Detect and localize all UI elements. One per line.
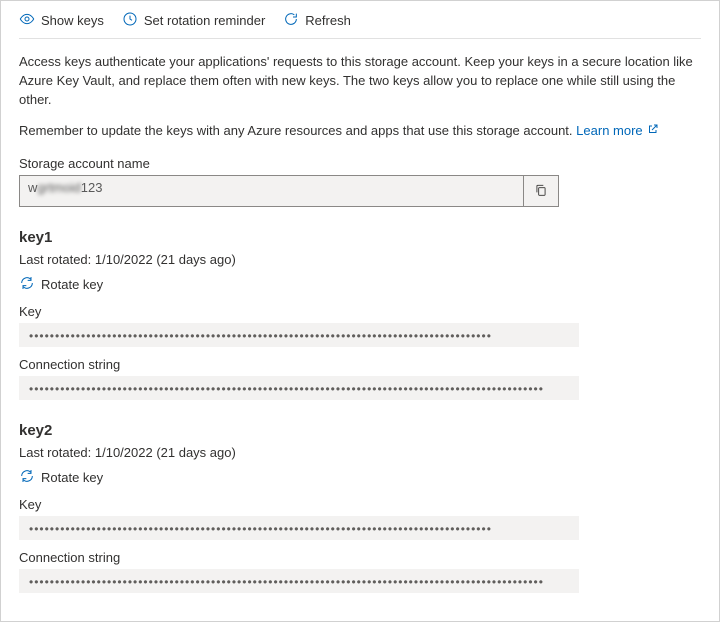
show-keys-label: Show keys — [41, 13, 104, 28]
intro-text: Access keys authenticate your applicatio… — [19, 53, 701, 110]
name-suffix: 123 — [81, 180, 103, 195]
rotate-icon — [19, 468, 35, 487]
key1-last-rotated: Last rotated: 1/10/2022 (21 days ago) — [19, 252, 701, 267]
name-prefix: w — [28, 180, 37, 195]
key2-key-label: Key — [19, 497, 701, 512]
key1-rotate-label: Rotate key — [41, 277, 103, 292]
key1-rotate-button[interactable]: Rotate key — [19, 275, 103, 294]
key2-heading: key2 — [19, 422, 701, 439]
set-rotation-label: Set rotation reminder — [144, 13, 265, 28]
external-link-icon — [647, 122, 659, 141]
storage-account-name-row: wgrtmoid123 — [19, 175, 559, 207]
name-blurred: grtmoid — [37, 180, 80, 195]
copy-account-name-button[interactable] — [523, 175, 559, 207]
learn-more-link[interactable]: Learn more — [576, 122, 658, 141]
refresh-label: Refresh — [305, 13, 351, 28]
key2-conn-label: Connection string — [19, 550, 701, 565]
key1-conn-value[interactable]: ••••••••••••••••••••••••••••••••••••••••… — [19, 376, 579, 400]
clock-icon — [122, 11, 138, 30]
refresh-button[interactable]: Refresh — [283, 11, 351, 30]
eye-icon — [19, 11, 35, 30]
key2-rotate-button[interactable]: Rotate key — [19, 468, 103, 487]
storage-account-name-label: Storage account name — [19, 156, 701, 171]
key1-conn-label: Connection string — [19, 357, 701, 372]
learn-more-label: Learn more — [576, 122, 642, 141]
toolbar: Show keys Set rotation reminder Refresh — [19, 1, 701, 39]
key2-key-value[interactable]: ••••••••••••••••••••••••••••••••••••••••… — [19, 516, 579, 540]
key1-heading: key1 — [19, 229, 701, 246]
key2-last-rotated: Last rotated: 1/10/2022 (21 days ago) — [19, 445, 701, 460]
intro2-span: Remember to update the keys with any Azu… — [19, 123, 573, 138]
intro-text-2: Remember to update the keys with any Azu… — [19, 122, 701, 141]
key2-rotate-label: Rotate key — [41, 470, 103, 485]
key2-conn-value[interactable]: ••••••••••••••••••••••••••••••••••••••••… — [19, 569, 579, 593]
storage-account-name-input[interactable]: wgrtmoid123 — [19, 175, 523, 207]
access-keys-panel: Show keys Set rotation reminder Refresh … — [0, 0, 720, 622]
refresh-icon — [283, 11, 299, 30]
copy-icon — [534, 183, 548, 200]
show-keys-button[interactable]: Show keys — [19, 11, 104, 30]
set-rotation-reminder-button[interactable]: Set rotation reminder — [122, 11, 265, 30]
rotate-icon — [19, 275, 35, 294]
key1-key-label: Key — [19, 304, 701, 319]
key1-key-value[interactable]: ••••••••••••••••••••••••••••••••••••••••… — [19, 323, 579, 347]
